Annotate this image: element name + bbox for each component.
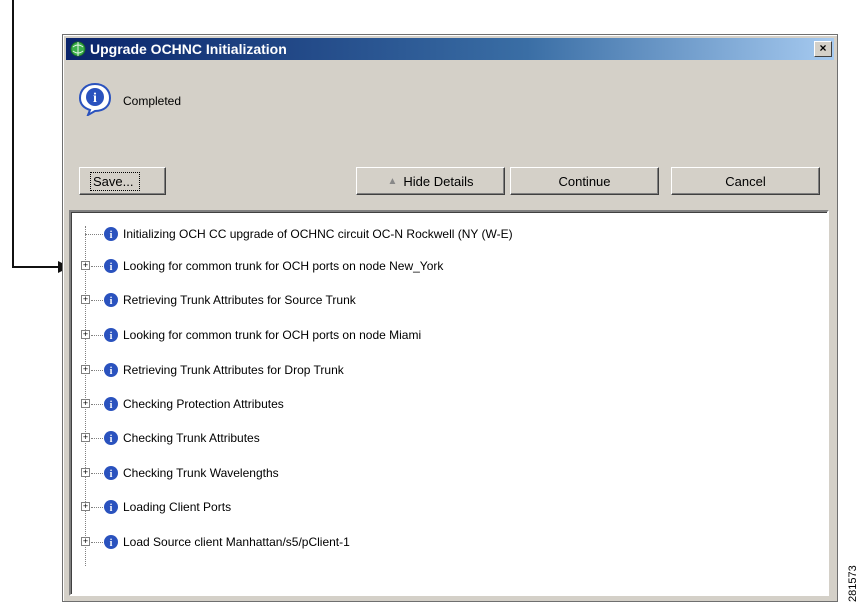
save-button-label: Save... [90,171,141,191]
plus-expander-icon[interactable]: + [81,537,90,546]
details-tree[interactable]: i Initializing OCH CC upgrade of OCHNC c… [69,210,829,596]
cancel-label: Cancel [725,173,766,189]
tree-item-label: Checking Protection Attributes [123,397,284,411]
plus-expander-icon[interactable]: + [81,295,90,304]
tree-connector [91,266,103,267]
svg-text:i: i [110,469,113,480]
tree-item-label: Retrieving Trunk Attributes for Drop Tru… [123,363,344,377]
dialog-title: Upgrade OCHNC Initialization [90,41,287,57]
status-text: Completed [123,94,182,108]
svg-text:i: i [110,262,113,273]
svg-text:i: i [110,366,113,377]
tree-connector [91,507,103,508]
plus-expander-icon[interactable]: + [81,399,90,408]
globe-app-icon [70,41,86,57]
tree-connector [91,300,103,301]
info-icon: i [104,535,118,549]
svg-text:i: i [110,538,113,549]
tree-item-label: Looking for common trunk for OCH ports o… [123,328,422,342]
cancel-button[interactable]: Cancel [671,167,820,195]
tree-item-label: Retrieving Trunk Attributes for Source T… [123,293,356,307]
continue-button[interactable]: Continue [510,167,659,195]
info-icon: i [104,363,118,377]
info-icon: i [104,431,118,445]
plus-expander-icon[interactable]: + [81,433,90,442]
svg-text:i: i [110,331,113,342]
tree-item-label: Checking Trunk Wavelengths [123,466,279,480]
info-icon: i [104,397,118,411]
svg-text:i: i [110,296,113,307]
plus-expander-icon[interactable]: + [81,261,90,270]
callout-line-vertical [12,0,14,268]
info-icon: i [104,466,118,480]
tree-guide-line [85,226,86,566]
svg-text:i: i [110,230,113,241]
tree-item-label: Checking Trunk Attributes [123,431,260,445]
collapse-arrow-icon: ▲ [387,175,398,187]
close-icon[interactable]: × [814,41,832,57]
plus-expander-icon[interactable]: + [81,502,90,511]
hide-details-button[interactable]: ▲ Hide Details [356,167,505,195]
svg-text:i: i [110,400,113,411]
tree-item-label: Load Source client Manhattan/s5/pClient-… [123,535,350,549]
tree-item-label: Looking for common trunk for OCH ports o… [123,259,444,273]
tree-connector [91,473,103,474]
plus-expander-icon[interactable]: + [81,365,90,374]
info-icon: i [104,328,118,342]
svg-text:i: i [110,503,113,514]
tree-connector [91,542,103,543]
svg-text:i: i [93,91,97,106]
tree-connector [91,404,103,405]
tree-connector [91,370,103,371]
continue-label: Continue [558,173,611,189]
title-bar: Upgrade OCHNC Initialization × [66,38,834,60]
tree-item-label: Loading Client Ports [123,500,232,514]
info-icon: i [104,293,118,307]
tree-connector [91,335,103,336]
svg-text:i: i [110,434,113,445]
info-icon: i [104,227,118,241]
tree-connector [85,234,103,235]
figure-number: 281573 [847,565,859,602]
plus-expander-icon[interactable]: + [81,468,90,477]
save-button[interactable]: Save... [79,167,166,195]
info-icon: i [104,500,118,514]
tree-connector [91,438,103,439]
tree-item-label: Initializing OCH CC upgrade of OCHNC cir… [123,227,513,241]
info-icon: i [78,82,112,116]
callout-line-horizontal [12,266,60,268]
plus-expander-icon[interactable]: + [81,330,90,339]
info-icon: i [104,259,118,273]
hide-details-label: Hide Details [403,173,474,189]
upgrade-dialog: Upgrade OCHNC Initialization × i Complet… [62,34,838,602]
